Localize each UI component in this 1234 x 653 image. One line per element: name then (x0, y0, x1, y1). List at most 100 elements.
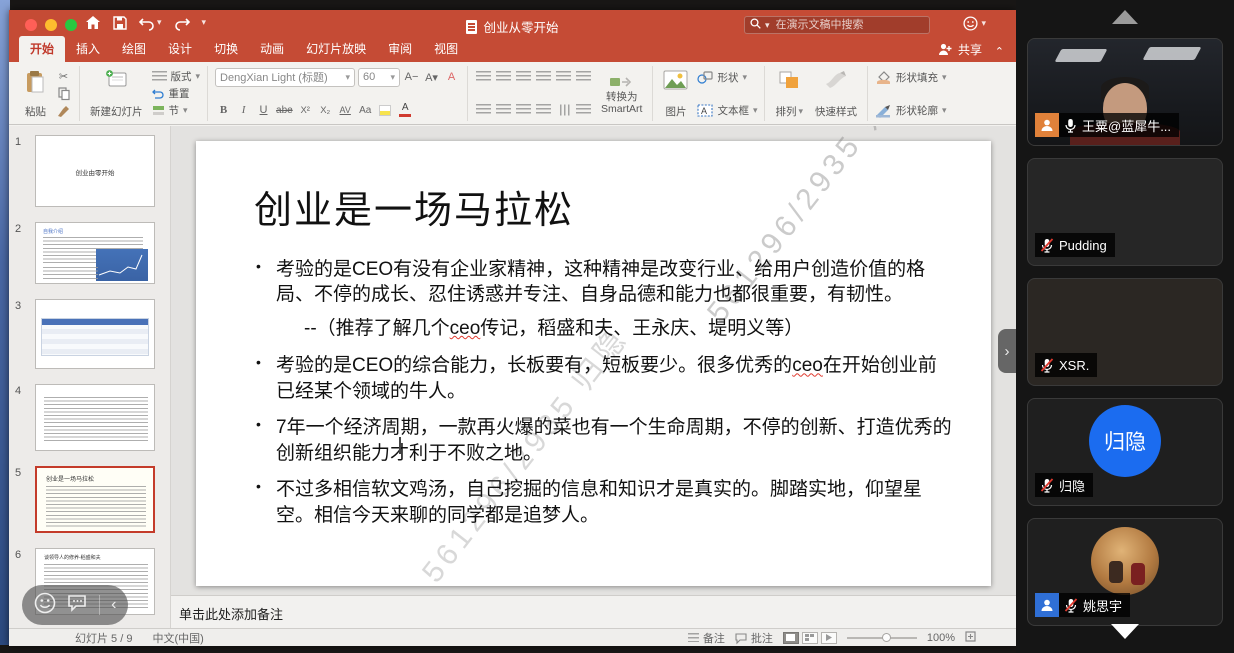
slide-thumbnail-3[interactable] (35, 299, 155, 369)
feedback-smiley[interactable]: ▾ (963, 16, 986, 31)
ribbon-tabs: 开始 插入 绘图 设计 切换 动画 幻灯片放映 审阅 视图 共享 ⌃ (9, 40, 1016, 62)
align-center-button[interactable] (495, 102, 512, 119)
decrease-indent-button[interactable] (515, 69, 532, 86)
search-box[interactable]: ▾ (744, 16, 930, 34)
strikethrough-button[interactable]: abe (275, 102, 294, 119)
section-icon (152, 105, 165, 116)
tab-design[interactable]: 设计 (157, 36, 203, 62)
highlight-color-button[interactable] (377, 102, 394, 119)
slide-canvas[interactable]: 561296/2935 归隐 561296/2935 归隐 创业是一场马拉松 •… (196, 141, 991, 586)
participant-tile-4[interactable]: 归隐 归隐 (1027, 398, 1223, 506)
text-direction-button[interactable] (555, 102, 572, 119)
italic-button[interactable]: I (235, 102, 252, 119)
thumb-chart (96, 249, 148, 281)
tab-view[interactable]: 视图 (423, 36, 469, 62)
increase-indent-button[interactable] (535, 69, 552, 86)
tab-home[interactable]: 开始 (19, 36, 65, 62)
clear-formatting-button[interactable]: A (443, 69, 460, 86)
numbering-button[interactable] (495, 69, 512, 86)
zoom-slider[interactable] (847, 637, 917, 639)
slide-body-text[interactable]: •考验的是CEO有没有企业家精神，这种精神是改变行业、给用户创造价值的格局、不停… (254, 257, 955, 539)
tab-insert[interactable]: 插入 (65, 36, 111, 62)
smartart-icon (609, 74, 635, 90)
thumb-title: 谈领导人的修养-稻盛和夫 (44, 554, 101, 561)
bullets-button[interactable] (475, 69, 492, 86)
arrange-button[interactable]: 排列▾ (772, 66, 806, 121)
font-size-combo[interactable]: 60▾ (358, 68, 400, 87)
reactions-smiley-icon[interactable] (34, 592, 56, 619)
paste-button[interactable]: 粘贴 (22, 66, 49, 121)
bold-button[interactable]: B (215, 102, 232, 119)
meeting-panel-chevron[interactable]: › (998, 329, 1016, 373)
textbox-icon: A (697, 104, 713, 117)
normal-view-button[interactable] (783, 632, 799, 644)
participant-tile-1[interactable]: 王粟@蓝犀牛... (1027, 38, 1223, 146)
shape-outline-button[interactable]: 形状轮廓▾ (875, 101, 947, 119)
scroll-up-arrow[interactable] (1112, 10, 1138, 24)
thumb-title: 创业由零开始 (36, 167, 154, 177)
subscript-button[interactable]: X₂ (317, 102, 334, 119)
slide-sorter-view-button[interactable] (802, 632, 818, 644)
reset-button[interactable]: 重置 (152, 85, 201, 102)
section-button[interactable]: 节▾ (152, 102, 201, 119)
slide-thumbnail-1[interactable]: 创业由零开始 (35, 135, 155, 207)
insert-picture-button[interactable]: 图片 (660, 66, 691, 121)
zoom-level[interactable]: 100% (927, 632, 955, 644)
search-input[interactable] (774, 18, 904, 32)
search-scope-caret[interactable]: ▾ (765, 20, 770, 31)
language-indicator[interactable]: 中文(中国) (152, 630, 203, 646)
slide-thumbnail-4[interactable] (35, 384, 155, 451)
insert-group: 图片 形状▾ A文本框▾ (653, 66, 765, 121)
notes-toggle[interactable]: 备注 (688, 630, 725, 646)
slide-title[interactable]: 创业是一场马拉松 (254, 179, 574, 234)
justify-button[interactable] (535, 102, 552, 119)
shapes-button[interactable]: 形状▾ (697, 68, 757, 86)
underline-button[interactable]: U (255, 102, 272, 119)
change-case-button[interactable]: Aa (357, 102, 374, 119)
quick-styles-button[interactable]: 快速样式 (812, 66, 860, 121)
tab-animations[interactable]: 动画 (249, 36, 295, 62)
notes-pane[interactable]: 单击此处添加备注 (171, 595, 1016, 628)
person-plus-icon (938, 43, 953, 56)
tab-slideshow[interactable]: 幻灯片放映 (295, 36, 377, 62)
collapse-ribbon-chevron[interactable]: ⌃ (995, 45, 1004, 58)
tab-review[interactable]: 审阅 (377, 36, 423, 62)
superscript-button[interactable]: X² (297, 102, 314, 119)
tab-draw[interactable]: 绘图 (111, 36, 157, 62)
slide-thumbnail-5-selected[interactable]: 创业是一场马拉松 (35, 466, 155, 533)
participant-name: Pudding (1059, 238, 1107, 253)
slideshow-view-button[interactable] (821, 632, 837, 644)
chat-icon[interactable] (67, 594, 87, 617)
align-text-button[interactable] (575, 102, 592, 119)
scroll-down-arrow[interactable] (1111, 624, 1139, 639)
font-color-button[interactable]: A (397, 102, 414, 119)
layout-button[interactable]: 版式▾ (152, 68, 201, 85)
shrink-font-button[interactable]: A− (403, 69, 420, 86)
collapse-pill-chevron[interactable]: ‹ (111, 596, 116, 614)
participant-tile-3[interactable]: XSR. (1027, 278, 1223, 386)
copy-button[interactable] (55, 85, 72, 102)
grow-font-button[interactable]: A▾ (423, 69, 440, 86)
textbox-button[interactable]: A文本框▾ (697, 101, 757, 119)
convert-to-smartart-button[interactable]: 转换为SmartArt (598, 66, 645, 121)
comments-toggle[interactable]: 批注 (735, 630, 773, 646)
share-button[interactable]: 共享 (938, 41, 982, 58)
smiley-caret: ▾ (981, 18, 986, 29)
align-right-button[interactable] (515, 102, 532, 119)
columns-button[interactable] (575, 69, 592, 86)
format-painter-button[interactable] (55, 102, 72, 119)
slide-thumbnail-2[interactable]: 自我介绍 (35, 222, 155, 284)
cut-button[interactable]: ✂ (55, 68, 72, 85)
shape-fill-button[interactable]: 形状填充▾ (875, 68, 947, 86)
new-slide-button[interactable]: 新建幻灯片 (87, 66, 146, 121)
participant-tile-5[interactable]: 姚思宇 (1027, 518, 1223, 626)
participant-tile-2[interactable]: Pudding (1027, 158, 1223, 266)
line-spacing-button[interactable] (555, 69, 572, 86)
tab-transitions[interactable]: 切换 (203, 36, 249, 62)
character-spacing-button[interactable]: AV (337, 102, 354, 119)
mic-muted-icon (1040, 358, 1054, 373)
font-group: DengXian Light (标题)▾ 60▾ A− A▾ A B I U a… (208, 66, 468, 121)
fit-slide-button[interactable] (965, 631, 976, 645)
align-left-button[interactable] (475, 102, 492, 119)
font-name-combo[interactable]: DengXian Light (标题)▾ (215, 68, 355, 87)
